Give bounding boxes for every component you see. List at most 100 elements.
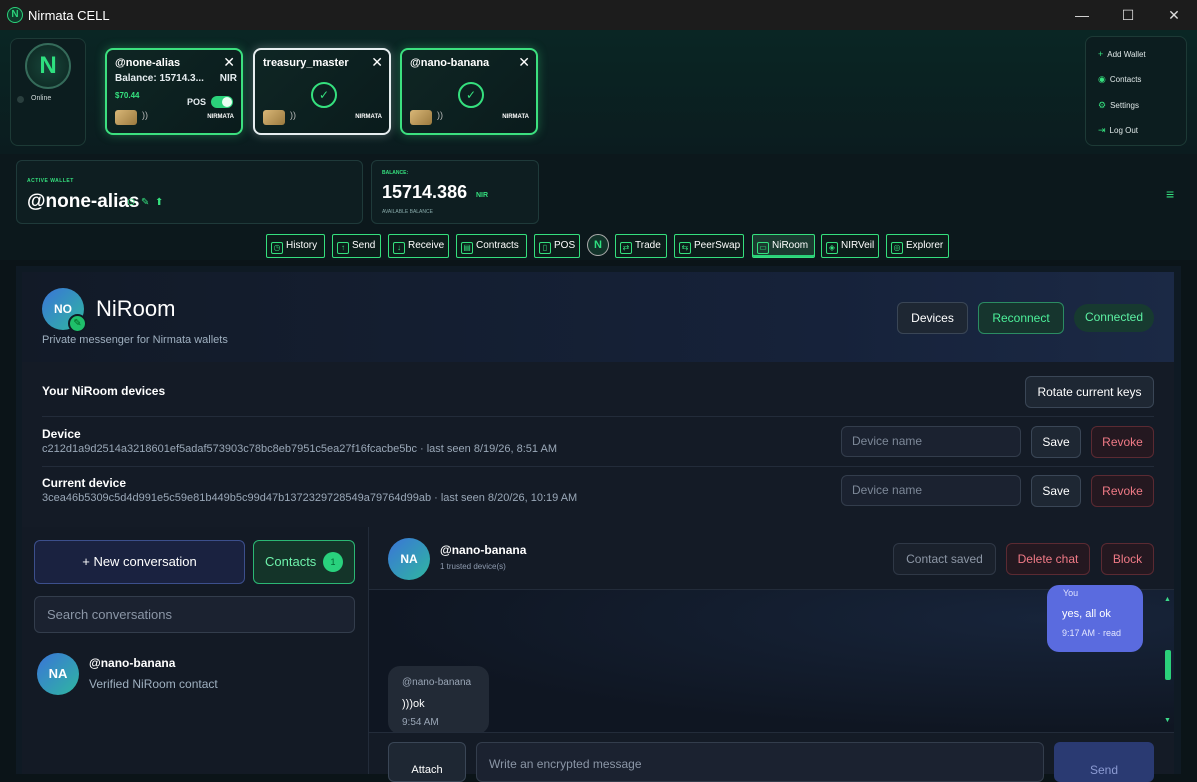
- card-brand: NIRMATA: [502, 114, 529, 120]
- chip-icon: [115, 110, 137, 125]
- contact-saved-button[interactable]: Contact saved: [893, 543, 996, 575]
- conversation-subtitle: Verified NiRoom contact: [89, 677, 218, 691]
- device-name-input[interactable]: Device name: [841, 426, 1021, 457]
- gear-icon: ⚙: [1098, 100, 1107, 110]
- contacts-link[interactable]: ◉ Contacts: [1098, 74, 1141, 85]
- delete-chat-button[interactable]: Delete chat: [1006, 543, 1090, 575]
- add-wallet-link[interactable]: + Add Wallet: [1098, 49, 1146, 59]
- veil-icon: ◈: [826, 242, 838, 254]
- wallet-card-name: treasury_master: [263, 57, 349, 69]
- nav-peerswap[interactable]: ⇆ PeerSwap: [674, 234, 744, 258]
- contacts-count-badge: 1: [323, 552, 343, 572]
- revoke-device-button[interactable]: Revoke: [1091, 475, 1154, 507]
- message-outgoing: You yes, all ok 9:17 AM · read: [1047, 585, 1143, 652]
- page-title: NiRoom: [96, 296, 176, 321]
- nav-pos[interactable]: ▯ POS: [534, 234, 580, 258]
- active-wallet-label: ACTIVE WALLET: [27, 178, 74, 184]
- devices-title: Your NiRoom devices: [42, 384, 166, 398]
- close-icon[interactable]: ✕: [371, 54, 383, 71]
- logout-link[interactable]: ⇥ Log Out: [1098, 125, 1138, 136]
- search-conversations-input[interactable]: Search conversations: [34, 596, 355, 633]
- avatar[interactable]: N: [25, 43, 71, 89]
- status-badge: Connected: [1074, 304, 1154, 332]
- close-window-button[interactable]: ✕: [1151, 0, 1197, 30]
- title-bar: N Nirmata CELL — ☐ ✕: [0, 0, 1197, 30]
- device-label: Device: [42, 427, 81, 441]
- avatar: NA: [388, 538, 430, 580]
- chat-scrollbar[interactable]: ▲ ▼: [1164, 596, 1172, 724]
- devices-button[interactable]: Devices: [897, 302, 968, 334]
- wallet-card-nano-banana[interactable]: @nano-banana ✕ ✓ )) NIRMATA: [400, 48, 538, 135]
- minimize-button[interactable]: —: [1059, 0, 1105, 30]
- nav-contracts[interactable]: ▤ Contracts: [456, 234, 527, 258]
- settings-link[interactable]: ⚙ Settings: [1098, 100, 1139, 111]
- divider: [42, 466, 1154, 467]
- close-icon[interactable]: ✕: [518, 54, 530, 71]
- scroll-down-icon[interactable]: ▼: [1164, 717, 1171, 724]
- nav-niroom[interactable]: ▭ NiRoom: [752, 234, 815, 258]
- pos-label: POS: [187, 97, 207, 107]
- wallet-card-name: @none-alias: [115, 57, 181, 69]
- new-conversation-button[interactable]: + New conversation: [34, 540, 245, 584]
- attach-button[interactable]: Attach: [388, 742, 466, 782]
- shield-check-icon: ✓: [311, 82, 337, 108]
- pos-toggle[interactable]: [211, 96, 233, 108]
- conversation-name[interactable]: @nano-banana: [89, 656, 175, 670]
- revoke-device-button[interactable]: Revoke: [1091, 426, 1154, 458]
- window-title: Nirmata CELL: [28, 8, 110, 23]
- wallet-card-balance: Balance: 15714.3... NIR: [115, 73, 237, 84]
- block-button[interactable]: Block: [1101, 543, 1154, 575]
- wallet-card-none-alias[interactable]: @none-alias ✕ Balance: 15714.3... NIR $7…: [105, 48, 243, 135]
- message-sender: @nano-banana: [402, 677, 472, 688]
- message-input[interactable]: Write an encrypted message: [476, 742, 1044, 782]
- page-subtitle: Private messenger for Nirmata wallets: [42, 334, 228, 346]
- avatar[interactable]: NA: [37, 653, 79, 695]
- plus-icon: +: [1098, 49, 1104, 59]
- maximize-button[interactable]: ☐: [1105, 0, 1151, 30]
- contract-icon: ▤: [461, 242, 473, 254]
- pos-icon: ▯: [539, 242, 551, 254]
- profile-panel[interactable]: N Online: [10, 38, 86, 146]
- scrollbar-thumb[interactable]: [1165, 650, 1171, 680]
- scroll-up-icon[interactable]: ▲: [1164, 596, 1171, 603]
- nav-trade[interactable]: ⇄ Trade: [615, 234, 667, 258]
- send-icon: ↑: [337, 242, 349, 254]
- balance-value: 15714.386: [382, 182, 468, 202]
- explorer-icon: ◎: [891, 242, 903, 254]
- nav-send[interactable]: ↑ Send: [332, 234, 381, 258]
- copy-icon[interactable]: ⊙: [127, 197, 135, 208]
- nfc-icon: )): [437, 110, 443, 120]
- send-button[interactable]: Send: [1054, 742, 1154, 782]
- upload-icon[interactable]: ⬆: [155, 197, 163, 208]
- save-device-button[interactable]: Save: [1031, 426, 1081, 458]
- message-sender: You: [1063, 588, 1079, 598]
- card-brand: NIRMATA: [355, 114, 382, 120]
- contacts-icon: ◉: [1098, 74, 1106, 84]
- reconnect-button[interactable]: Reconnect: [978, 302, 1064, 334]
- status-label: Online: [31, 95, 52, 102]
- edit-icon[interactable]: ✎: [141, 197, 149, 208]
- nfc-icon: )): [290, 110, 296, 120]
- active-wallet-alias: @none-alias: [27, 191, 140, 212]
- status-dot-icon: [17, 96, 24, 103]
- edit-badge-icon[interactable]: ✎: [68, 314, 87, 333]
- device-id: 3cea46b5309c5d4d991e5c59e81b449b5c99d47b…: [42, 492, 578, 504]
- close-icon[interactable]: ✕: [223, 54, 235, 71]
- account-menu: + Add Wallet ◉ Contacts ⚙ Settings ⇥ Log Out: [1085, 36, 1187, 146]
- receive-icon: ↓: [393, 242, 405, 254]
- device-name-input[interactable]: Device name: [841, 475, 1021, 506]
- nirmata-logo-icon[interactable]: N: [587, 234, 609, 256]
- nav-receive[interactable]: ↓ Receive: [388, 234, 449, 258]
- message-text: )))ok: [402, 698, 425, 710]
- active-wallet-box: ACTIVE WALLET @none-alias ⊙ ✎ ⬆: [16, 160, 363, 224]
- save-device-button[interactable]: Save: [1031, 475, 1081, 507]
- hamburger-menu-icon[interactable]: ≡: [1166, 186, 1174, 202]
- trade-icon: ⇄: [620, 242, 632, 254]
- nav-explorer[interactable]: ◎ Explorer: [886, 234, 949, 258]
- wallet-card-treasury-master[interactable]: treasury_master ✕ ✓ )) NIRMATA: [253, 48, 391, 135]
- device-id: c212d1a9d2514a3218601ef5adaf573903c78bc8…: [42, 443, 557, 455]
- nav-nirveil[interactable]: ◈ NIRVeil: [821, 234, 879, 258]
- rotate-keys-button[interactable]: Rotate current keys: [1025, 376, 1154, 408]
- app-logo-icon: N: [7, 7, 23, 23]
- nav-history[interactable]: ◷ History: [266, 234, 325, 258]
